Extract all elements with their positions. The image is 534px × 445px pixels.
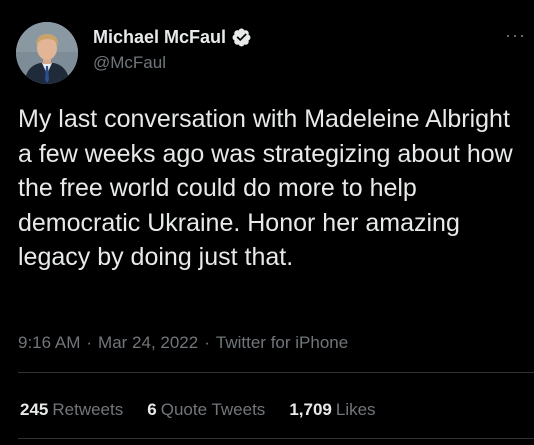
- likes-stat[interactable]: 1,709 Likes: [289, 400, 375, 420]
- divider: [18, 438, 534, 439]
- retweets-count: 245: [20, 400, 49, 419]
- avatar-photo-icon: [16, 22, 78, 84]
- tweet-date[interactable]: Mar 24, 2022: [98, 333, 198, 352]
- author-name-row[interactable]: Michael McFaul: [93, 26, 252, 48]
- tweet-time[interactable]: 9:16 AM: [18, 333, 80, 352]
- quote-tweets-label: Quote Tweets: [160, 400, 266, 419]
- quote-tweets-stat[interactable]: 6 Quote Tweets: [147, 400, 265, 420]
- author-handle[interactable]: @McFaul: [93, 53, 166, 73]
- meta-separator: ·: [204, 333, 210, 352]
- quote-tweets-count: 6: [147, 400, 157, 419]
- tweet-meta: 9:16 AM · Mar 24, 2022 · Twitter for iPhone: [18, 333, 348, 353]
- retweets-stat[interactable]: 245 Retweets: [20, 400, 123, 420]
- tweet-source[interactable]: Twitter for iPhone: [216, 333, 348, 352]
- more-horizontal-icon[interactable]: ···: [505, 26, 526, 44]
- engagement-stats: 245 Retweets 6 Quote Tweets 1,709 Likes: [20, 400, 376, 420]
- tweet-text: My last conversation with Madeleine Albr…: [18, 105, 513, 271]
- verified-badge-icon: [231, 27, 252, 48]
- tweet-card: Michael McFaul @McFaul ··· My last conve…: [0, 0, 534, 445]
- divider: [18, 372, 534, 373]
- avatar[interactable]: [16, 22, 78, 84]
- retweets-label: Retweets: [52, 400, 124, 419]
- author-display-name[interactable]: Michael McFaul: [93, 26, 226, 48]
- likes-label: Likes: [335, 400, 376, 419]
- meta-separator: ·: [86, 333, 93, 352]
- likes-count: 1,709: [289, 400, 332, 419]
